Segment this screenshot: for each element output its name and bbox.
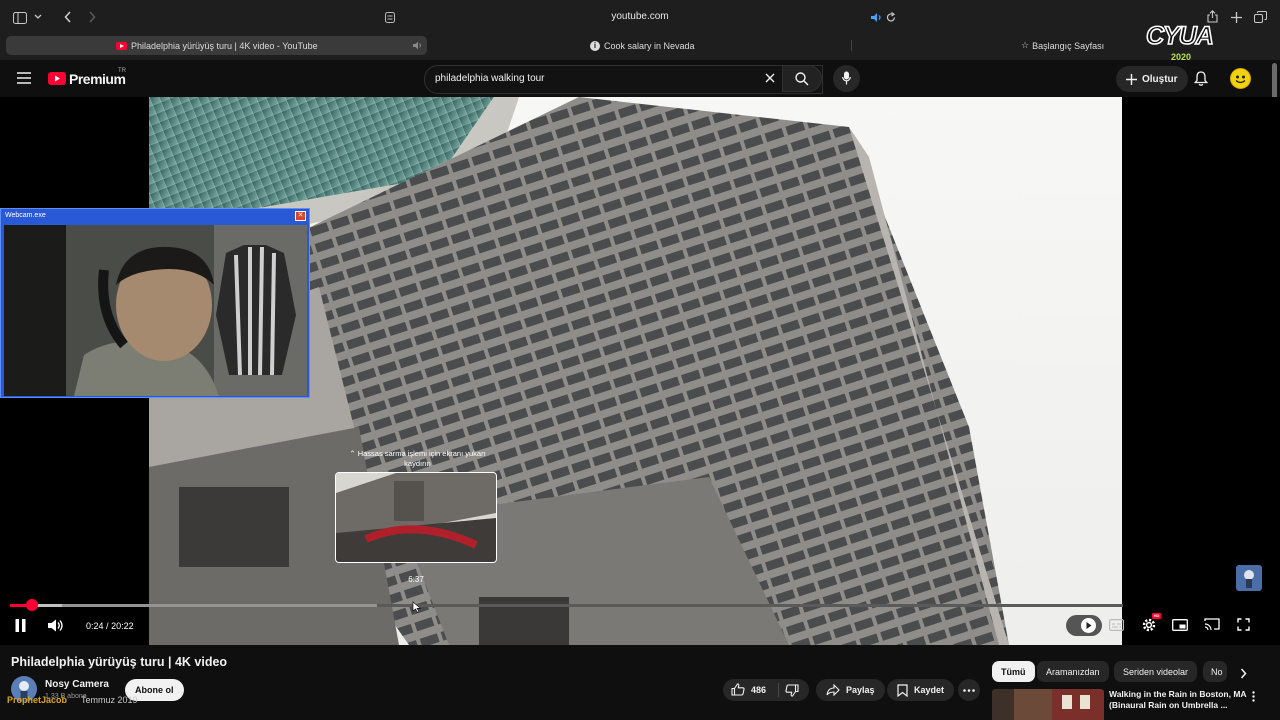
like-dislike-group: 486: [723, 679, 809, 701]
share-button[interactable]: Paylaş: [816, 679, 885, 701]
pill-divider: [778, 683, 779, 697]
chip-label: No: [1211, 666, 1223, 677]
search-icon: [795, 72, 809, 86]
duration: 20:22: [111, 621, 134, 631]
channel-name[interactable]: Nosy Camera: [45, 679, 109, 690]
close-icon[interactable]: ✕: [295, 211, 306, 221]
thumbs-up-icon: [731, 683, 745, 696]
seek-hint-text: Hassas sarma işlemi için ekranı yukarı k…: [357, 449, 486, 468]
cast-icon[interactable]: [1204, 618, 1220, 631]
hd-badge-icon: HD: [1152, 613, 1161, 619]
time-separator: /: [106, 621, 109, 631]
browser-toolbar: youtube.com Philadelphia yürüyüş turu | …: [0, 0, 1280, 60]
voice-search-button[interactable]: [833, 65, 860, 92]
menu-icon[interactable]: [17, 72, 31, 84]
seek-preview-thumbnail: [335, 472, 497, 563]
chip-label: Seriden videolar: [1123, 666, 1189, 677]
video-title: Philadelphia yürüyüş turu | 4K video: [11, 655, 228, 669]
address-bar[interactable]: youtube.com: [0, 11, 1280, 22]
like-count: 486: [751, 684, 767, 695]
mute-tab-icon[interactable]: [413, 41, 423, 50]
save-label: Kaydet: [914, 685, 945, 695]
hover-bar: [10, 604, 378, 607]
region-code: TR: [118, 68, 126, 74]
mouse-cursor-icon: [412, 601, 422, 613]
tab-start-page[interactable]: ☆ Başlangıç Sayfası: [1021, 36, 1104, 55]
more-horizontal-icon: [963, 688, 975, 692]
search-button[interactable]: [782, 65, 822, 92]
progress-bar[interactable]: [10, 599, 1123, 611]
star-icon: ☆: [1021, 40, 1030, 50]
time-display: 0:24 / 20:22: [86, 621, 134, 631]
pause-icon[interactable]: [15, 619, 26, 632]
tab-label: Başlangıç Sayfası: [1032, 40, 1105, 51]
upload-date: Temmuz 2019: [81, 695, 138, 705]
save-button[interactable]: Kaydet: [887, 679, 955, 701]
stream-overlay-logo: CYUA 2020: [1145, 21, 1228, 64]
youtube-premium-logo[interactable]: Premium TR: [48, 68, 128, 88]
recommendation-thumbnail[interactable]: [992, 689, 1104, 720]
recommendation-title[interactable]: Walking in the Rain in Boston, MA (Binau…: [1109, 689, 1247, 711]
fullscreen-icon[interactable]: [1237, 618, 1250, 631]
create-label: Oluştur: [1142, 73, 1178, 85]
seek-hint: ⌃ Hassas sarma işlemi için ekranı yukarı…: [340, 449, 495, 469]
chip-from-series[interactable]: Seriden videolar: [1114, 661, 1198, 682]
info-icon: i: [590, 40, 600, 51]
share-label: Paylaş: [846, 685, 875, 695]
notifications-bell-icon[interactable]: [1194, 71, 1208, 86]
more-actions-button[interactable]: [958, 679, 980, 701]
miniplayer-icon[interactable]: [1172, 619, 1188, 631]
channel-watermark[interactable]: [1236, 565, 1262, 591]
tab-label: Philadelphia yürüyüş turu | 4K video - Y…: [131, 40, 318, 51]
brand-label: Premium: [69, 71, 126, 87]
more-vertical-icon[interactable]: [1252, 691, 1255, 702]
thumbs-down-icon[interactable]: [785, 684, 799, 697]
chip-label: Aramanızdan: [1046, 666, 1100, 677]
tab-label: Cook salary in Nevada: [604, 40, 695, 51]
chip-from-search[interactable]: Aramanızdan: [1037, 661, 1109, 682]
account-avatar[interactable]: [1230, 68, 1251, 89]
youtube-favicon-icon: [116, 41, 127, 50]
share-arrow-icon: [826, 684, 840, 696]
tab-divider: [851, 40, 852, 51]
chip-label: Tümü: [1001, 666, 1026, 677]
subtitles-icon[interactable]: [1109, 619, 1124, 631]
search-input[interactable]: philadelphia walking tour: [435, 73, 755, 84]
subscribe-label: Abone ol: [135, 685, 174, 695]
bookmark-icon: [897, 683, 908, 697]
audio-playing-icon[interactable]: [871, 13, 883, 22]
clear-search-icon[interactable]: [765, 73, 775, 83]
volume-icon[interactable]: [48, 619, 64, 632]
chevron-right-icon[interactable]: [1240, 668, 1247, 679]
tab-cook-salary[interactable]: i Cook salary in Nevada: [590, 36, 695, 55]
youtube-logo-icon: [48, 72, 66, 85]
chip-more[interactable]: No: [1203, 661, 1227, 682]
chevron-up-icon: ⌃: [349, 449, 356, 458]
webcam-window-title: Webcam.exe: [5, 212, 46, 219]
webcam-window[interactable]: Webcam.exe ✕: [0, 208, 310, 398]
plus-icon: [1126, 73, 1137, 85]
new-tab-icon[interactable]: [1231, 12, 1242, 23]
scrubber-handle[interactable]: [26, 599, 39, 611]
settings-gear-icon[interactable]: [1141, 617, 1157, 633]
overlay-username: ProphetJacob: [7, 695, 68, 705]
reload-icon[interactable]: [886, 12, 896, 23]
create-button[interactable]: Oluştur: [1116, 66, 1188, 92]
microphone-icon: [842, 71, 851, 85]
current-time: 0:24: [86, 621, 104, 631]
tab-youtube[interactable]: Philadelphia yürüyüş turu | 4K video - Y…: [6, 36, 427, 55]
like-button[interactable]: 486: [731, 683, 766, 696]
webcam-feed: [4, 225, 307, 396]
autoplay-knob: [1081, 618, 1096, 633]
overlay-logo-text: CYUA: [1145, 21, 1214, 51]
autoplay-toggle[interactable]: [1066, 615, 1102, 636]
video-player[interactable]: Webcam.exe ✕ ⌃ Hassas sarma işlemi için …: [0, 97, 1280, 645]
seek-preview-time: 6:37: [408, 575, 424, 584]
chip-all[interactable]: Tümü: [992, 661, 1035, 682]
tab-overview-icon[interactable]: [1254, 11, 1267, 23]
